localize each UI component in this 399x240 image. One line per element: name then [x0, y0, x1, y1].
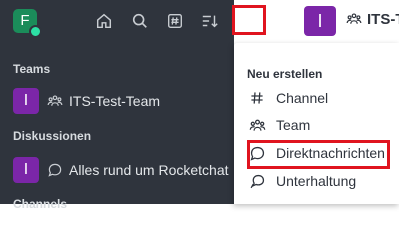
menu-item-label: Unterhaltung	[276, 173, 357, 189]
room-avatar: I	[13, 88, 39, 114]
team-icon	[247, 115, 267, 135]
discussion-icon	[47, 162, 63, 178]
menu-item-label: Channel	[276, 90, 329, 106]
hash-icon	[247, 88, 267, 108]
home-icon[interactable]	[93, 10, 115, 32]
sidebar-item-its-test-team[interactable]: I ITS-Test-Team	[13, 88, 160, 114]
create-new-highlight	[232, 5, 266, 35]
room-avatar: I	[13, 157, 39, 183]
sidebar-item-label: Alles rund um Rocketchat	[69, 162, 229, 178]
section-title-channels: Channels	[13, 197, 68, 211]
section-title-discussions: Diskussionen	[13, 129, 92, 143]
menu-item-channel[interactable]: Channel	[247, 86, 328, 110]
room-avatar: I	[304, 6, 336, 36]
team-icon	[47, 93, 63, 109]
sidebar: F Teams I ITS-Test-Team Diskussionen I A…	[0, 0, 256, 211]
sidebar-item-discussion[interactable]: I Alles rund um Rocketchat	[13, 157, 229, 183]
sidebar-toolbar: F	[0, 0, 256, 44]
status-indicator	[29, 25, 42, 38]
direct-messages-highlight	[247, 140, 390, 169]
create-new-menu: Neu erstellen Channel Team Direktnachric…	[234, 43, 399, 204]
sort-icon[interactable]	[199, 10, 221, 32]
menu-item-label: Team	[276, 117, 311, 133]
team-icon	[346, 11, 362, 32]
discussion-icon	[247, 171, 267, 191]
directory-icon[interactable]	[164, 10, 186, 32]
menu-item-team[interactable]: Team	[247, 113, 310, 137]
menu-item-discussion[interactable]: Unterhaltung	[247, 169, 356, 193]
room-title: ITS-T	[367, 11, 399, 28]
search-icon[interactable]	[129, 10, 151, 32]
menu-heading: Neu erstellen	[247, 67, 323, 81]
section-title-teams: Teams	[13, 62, 51, 76]
sidebar-item-label: ITS-Test-Team	[69, 93, 161, 109]
